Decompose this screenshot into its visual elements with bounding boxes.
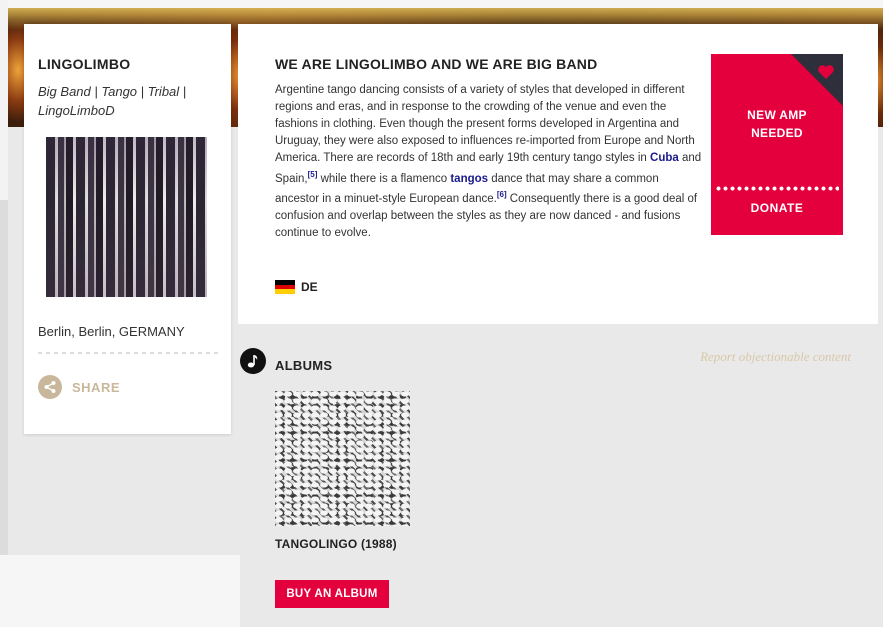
album-title[interactable]: TANGOLINGO (1988) <box>275 537 397 551</box>
reference-5[interactable]: [5] <box>308 170 318 179</box>
tangos-link[interactable]: tangos <box>450 172 488 184</box>
report-link[interactable]: Report objectionable content <box>700 349 851 365</box>
albums-heading: ALBUMS <box>275 358 333 373</box>
about-text-part: Argentine tango dancing consists of a va… <box>275 84 695 164</box>
cuba-link[interactable]: Cuba <box>650 152 679 164</box>
album-cover[interactable] <box>275 391 410 526</box>
donate-button[interactable]: DONATE <box>711 201 843 215</box>
share-label[interactable]: SHARE <box>72 380 120 395</box>
artist-genres: Big Band | Tango | Tribal | LingoLimboD <box>38 84 187 118</box>
reference-6[interactable]: [6] <box>497 190 507 199</box>
share-icon[interactable] <box>38 375 62 399</box>
heart-icon <box>818 65 834 79</box>
bottom-panel <box>0 555 240 627</box>
donate-corner <box>791 54 843 106</box>
music-note-icon <box>240 348 266 374</box>
donate-box[interactable]: NEW AMP NEEDED DONATE <box>711 54 843 235</box>
donate-line-1: NEW AMP <box>747 108 807 122</box>
share-button[interactable]: SHARE <box>38 375 120 399</box>
artist-photo[interactable] <box>46 137 207 297</box>
language-switch[interactable]: DE <box>275 280 318 295</box>
donate-line-2: NEEDED <box>751 126 803 140</box>
donate-message: NEW AMP NEEDED <box>711 106 843 142</box>
artist-location: Berlin, Berlin, GERMANY <box>38 324 185 339</box>
about-text: Argentine tango dancing consists of a va… <box>275 82 703 242</box>
top-frame <box>0 0 883 8</box>
language-label[interactable]: DE <box>301 280 318 294</box>
artist-name: LINGOLIMBO <box>38 56 131 72</box>
artist-card: LINGOLIMBO Big Band | Tango | Tribal | L… <box>24 24 231 434</box>
buy-album-button[interactable]: BUY AN ALBUM <box>275 580 389 608</box>
german-flag-icon[interactable] <box>275 280 295 295</box>
about-text-part: while there is a flamenco <box>317 172 451 185</box>
donate-divider <box>715 186 839 191</box>
divider <box>38 352 218 354</box>
about-title: WE ARE LINGOLIMBO AND WE ARE BIG BAND <box>275 56 598 72</box>
left-gray-panel <box>0 200 8 555</box>
